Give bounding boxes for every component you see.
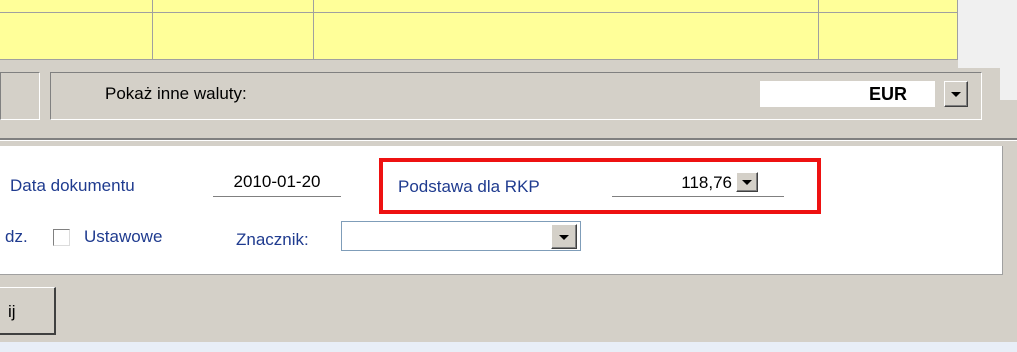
ustawowe-label: Ustawowe	[84, 227, 163, 246]
chevron-down-icon	[951, 92, 961, 97]
grid-row-divider	[0, 12, 958, 13]
znacznik-dropdown-button[interactable]	[551, 224, 577, 249]
znacznik-select[interactable]	[341, 221, 581, 251]
rkp-basis-field[interactable]: 118,76	[612, 173, 732, 193]
grid-row-divider	[0, 59, 958, 60]
rkp-basis-dropdown-button[interactable]	[736, 172, 758, 192]
document-date-underline	[213, 196, 341, 197]
currency-select-value: EUR	[868, 84, 907, 104]
znacznik-label: Znacznik:	[236, 230, 309, 249]
data-grid[interactable]	[0, 0, 958, 60]
partial-action-button-label: ij	[8, 302, 16, 321]
grid-column-divider	[818, 0, 819, 60]
rkp-basis-label: Podstawa dla RKP	[398, 177, 540, 196]
rkp-basis-underline	[612, 196, 784, 197]
chevron-down-icon	[559, 234, 569, 240]
ustawowe-checkbox[interactable]	[53, 229, 70, 246]
partial-action-button[interactable]: ij	[0, 287, 56, 335]
grid-column-divider	[313, 0, 314, 60]
currency-select[interactable]: EUR	[760, 81, 935, 107]
currency-bar-left-cell	[0, 72, 40, 120]
chevron-down-icon	[742, 180, 752, 185]
show-other-currencies-label: Pokaż inne waluty:	[105, 84, 247, 103]
bottom-strip	[0, 342, 1017, 352]
document-date-field[interactable]: 2010-01-20	[213, 172, 341, 192]
section-separator	[0, 138, 1017, 141]
truncated-label: dz.	[5, 227, 28, 246]
currency-dropdown-button[interactable]	[944, 81, 968, 107]
document-date-label: Data dokumentu	[10, 176, 135, 195]
grid-column-divider	[152, 0, 153, 60]
